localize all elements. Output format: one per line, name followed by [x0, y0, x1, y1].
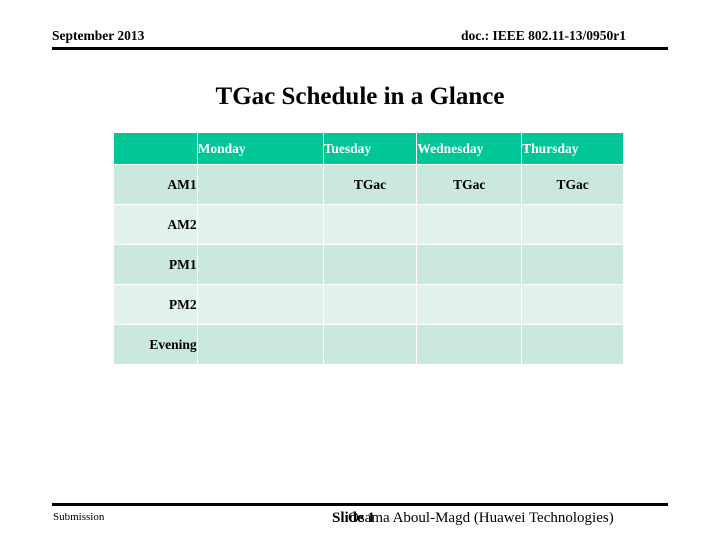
- column-header-wednesday: Wednesday: [417, 133, 522, 164]
- schedule-table-head: Monday Tuesday Wednesday Thursday: [114, 133, 623, 164]
- cell-am1-wednesday: TGac: [417, 165, 522, 204]
- table-header-row: Monday Tuesday Wednesday Thursday: [114, 133, 623, 164]
- slide: September 2013 doc.: IEEE 802.11-13/0950…: [0, 0, 720, 540]
- table-row: Evening: [114, 325, 623, 364]
- footer-submission-label: Submission: [53, 511, 105, 523]
- cell-am1-monday: [197, 165, 323, 204]
- cell-am2-monday: [197, 205, 323, 244]
- header-date: September 2013: [52, 28, 145, 43]
- footer-author: Osama Aboul-Magd (Huawei Technologies): [348, 510, 614, 526]
- row-label-am1: AM1: [114, 165, 197, 204]
- cell-am1-thursday: TGac: [522, 165, 623, 204]
- page-title: TGac Schedule in a Glance: [215, 83, 505, 110]
- cell-pm1-tuesday: [323, 245, 417, 284]
- schedule-table-body: AM1 TGac TGac TGac AM2 PM1 PM2 Evening: [114, 165, 623, 364]
- table-row: PM2: [114, 285, 623, 324]
- header-divider: [52, 47, 668, 50]
- row-label-pm1: PM1: [114, 245, 197, 284]
- cell-evening-thursday: [522, 325, 623, 364]
- cell-pm2-thursday: [522, 285, 623, 324]
- slide-header: September 2013 doc.: IEEE 802.11-13/0950…: [52, 27, 668, 49]
- column-header-tuesday: Tuesday: [323, 133, 417, 164]
- table-row: AM1 TGac TGac TGac: [114, 165, 623, 204]
- cell-evening-wednesday: [417, 325, 522, 364]
- cell-pm2-wednesday: [417, 285, 522, 324]
- table-row: AM2: [114, 205, 623, 244]
- header-document-number: doc.: IEEE 802.11-13/0950r1: [460, 28, 626, 43]
- cell-am2-tuesday: [323, 205, 417, 244]
- cell-evening-tuesday: [323, 325, 417, 364]
- row-label-pm2: PM2: [114, 285, 197, 324]
- footer-divider: [52, 503, 668, 506]
- cell-pm2-monday: [197, 285, 323, 324]
- table-corner-cell: [114, 133, 197, 164]
- cell-pm1-thursday: [522, 245, 623, 284]
- cell-am2-wednesday: [417, 205, 522, 244]
- table-row: PM1: [114, 245, 623, 284]
- cell-evening-monday: [197, 325, 323, 364]
- column-header-monday: Monday: [197, 133, 323, 164]
- row-label-evening: Evening: [114, 325, 197, 364]
- cell-pm1-monday: [197, 245, 323, 284]
- cell-am2-thursday: [522, 205, 623, 244]
- cell-pm1-wednesday: [417, 245, 522, 284]
- schedule-table: Monday Tuesday Wednesday Thursday AM1 TG…: [113, 132, 624, 365]
- cell-am1-tuesday: TGac: [323, 165, 417, 204]
- column-header-thursday: Thursday: [522, 133, 623, 164]
- cell-pm2-tuesday: [323, 285, 417, 324]
- row-label-am2: AM2: [114, 205, 197, 244]
